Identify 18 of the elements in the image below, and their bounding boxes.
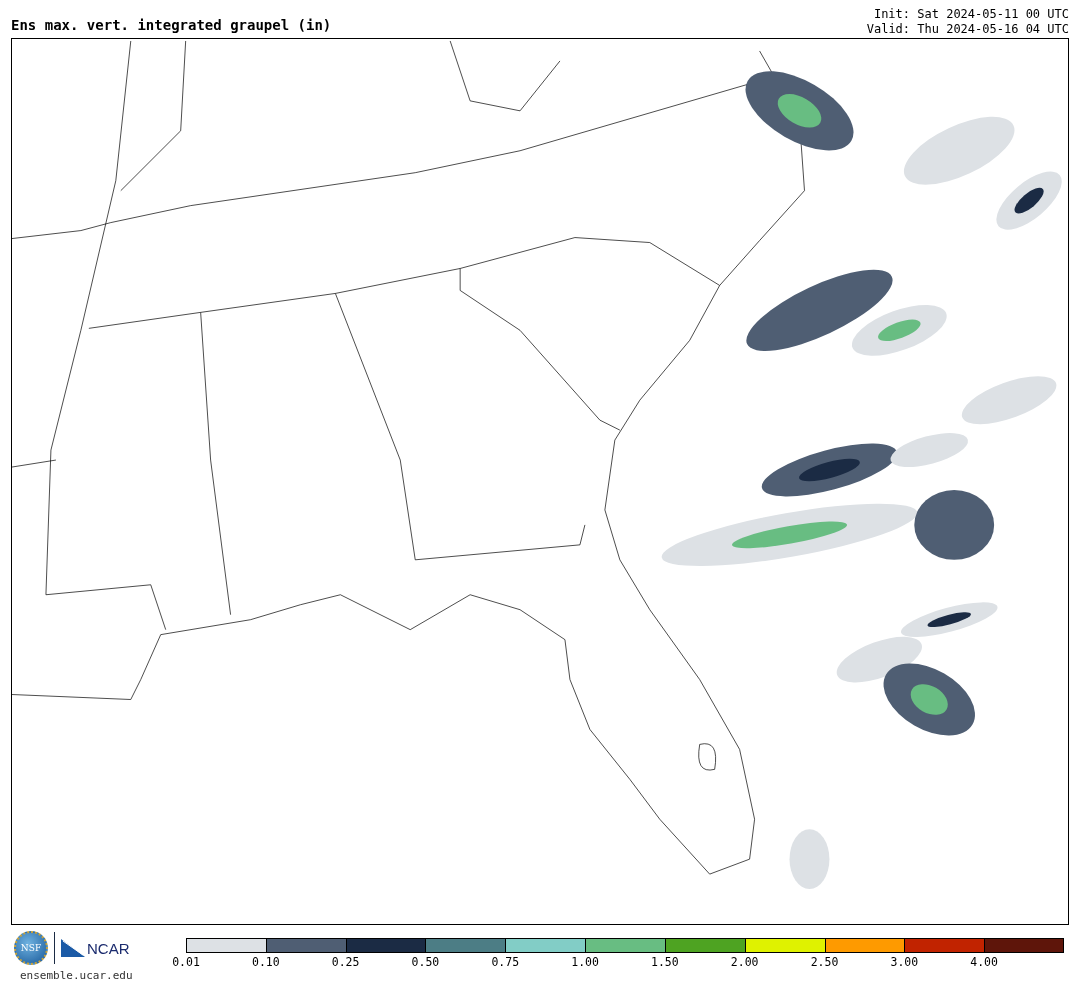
scale-label: 0.75 xyxy=(491,955,520,969)
site-url: ensemble.ucar.edu xyxy=(20,969,134,982)
scale-label: 0.25 xyxy=(331,955,360,969)
scale-label: 1.50 xyxy=(651,955,679,969)
scale-label: 2.50 xyxy=(810,955,839,969)
scale-label: 1.00 xyxy=(571,955,599,969)
scale-label: 0.50 xyxy=(411,955,440,969)
init-time: Init: Sat 2024-05-11 00 UTC xyxy=(873,7,1069,22)
scale-label: 0.01 xyxy=(172,955,200,969)
scale-label: 3.00 xyxy=(890,955,919,969)
ncar-logo-text: NCAR xyxy=(87,939,130,957)
nsf-logo: NSF xyxy=(14,931,48,965)
ncar-logo-icon xyxy=(61,939,85,957)
chart-title: Ens max. vert. integrated graupel (in) xyxy=(11,17,332,33)
scale-label: 4.00 xyxy=(970,955,998,969)
scale-label: 2.00 xyxy=(730,955,759,969)
scale-label: 0.10 xyxy=(251,955,280,969)
valid-time: Valid: Thu 2024-05-16 04 UTC xyxy=(866,22,1069,37)
